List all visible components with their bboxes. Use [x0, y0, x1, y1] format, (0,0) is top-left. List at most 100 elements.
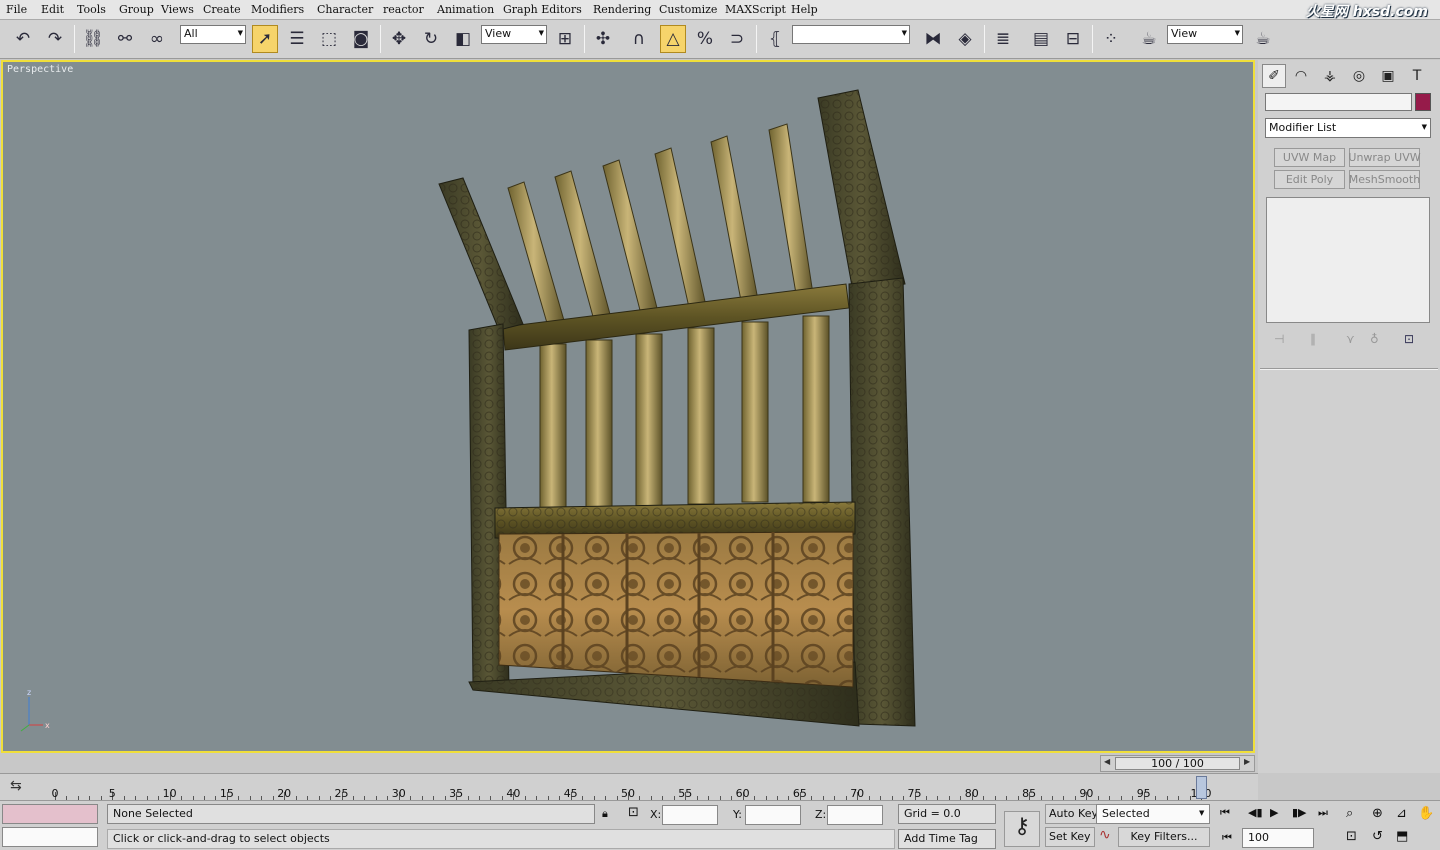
render-scene-icon[interactable]: ☕ [1136, 25, 1162, 53]
time-slider-thumb[interactable]: 100 / 100 [1115, 757, 1240, 770]
zoom-region-icon[interactable]: ⊡ [1346, 829, 1357, 844]
select-and-rotate-icon[interactable]: ↻ [418, 25, 444, 53]
utilities-tab-icon[interactable]: T [1405, 64, 1429, 88]
maximize-viewport-icon[interactable]: ⬒ [1396, 829, 1408, 844]
uvw-map-button[interactable]: UVW Map [1274, 148, 1345, 167]
perspective-viewport[interactable]: Perspective z x [1, 60, 1255, 753]
fence-model[interactable] [3, 62, 1253, 751]
track-bar[interactable]: ⇆ 0 5 10 15 20 25 30 35 40 45 50 55 60 65 70 75 80 85 90 95… [0, 773, 1258, 800]
quick-render-icon[interactable]: ☕ [1250, 25, 1276, 53]
lock-selection-icon[interactable]: 🔒︎ [602, 807, 608, 821]
time-slider-prev-icon[interactable]: ◀ [1104, 757, 1110, 766]
key-filters-button[interactable]: Key Filters... [1118, 827, 1210, 847]
modify-tab-icon[interactable]: ◠ [1289, 64, 1313, 88]
field-of-view-icon[interactable]: ⊿ [1396, 806, 1407, 821]
curve-editor-icon[interactable]: ▤ [1028, 25, 1054, 53]
go-to-start-icon[interactable]: ⏮ [1220, 806, 1230, 820]
time-slider[interactable]: ◀ 100 / 100 ▶ [1100, 755, 1255, 772]
redo-icon[interactable]: ↷ [42, 25, 68, 53]
menu-group[interactable]: Group [119, 3, 154, 16]
create-tab-icon[interactable]: ✐ [1262, 64, 1286, 88]
menu-reactor[interactable]: reactor [383, 3, 424, 16]
zoom-all-icon[interactable]: ⊕ [1372, 806, 1383, 821]
curve-icon[interactable]: ∿ [1099, 827, 1111, 843]
mirror-icon[interactable]: ⧓ [920, 25, 946, 53]
show-end-result-icon[interactable]: ∥ [1310, 332, 1316, 346]
display-tab-icon[interactable]: ▣ [1376, 64, 1400, 88]
time-slider-next-icon[interactable]: ▶ [1244, 757, 1250, 766]
menu-animation[interactable]: Animation [437, 3, 494, 16]
unwrap-uvw-button[interactable]: Unwrap UVW [1348, 148, 1421, 167]
undo-icon[interactable]: ↶ [10, 25, 36, 53]
go-to-end-icon[interactable]: ⏭ [1318, 806, 1328, 820]
reference-coordinate-dropdown[interactable]: View [481, 25, 547, 44]
menu-character[interactable]: Character [317, 3, 373, 16]
pivot-center-icon[interactable]: ⊞ [552, 25, 578, 53]
select-and-link-icon[interactable]: ⛓ [80, 25, 106, 53]
align-icon[interactable]: ◈ [952, 25, 978, 53]
menu-graph-editors[interactable]: Graph Editors [503, 3, 582, 16]
menu-help[interactable]: Help [791, 3, 818, 16]
object-name-field[interactable] [1265, 93, 1412, 111]
menu-modifiers[interactable]: Modifiers [251, 3, 304, 16]
track-bar-menu-icon[interactable]: ⇆ [10, 778, 22, 794]
rectangular-selection-icon[interactable]: ⬚ [316, 25, 342, 53]
select-and-move-icon[interactable]: ✥ [386, 25, 412, 53]
make-unique-icon[interactable]: ⋎ [1346, 332, 1355, 346]
select-object-icon[interactable]: ➚ [252, 25, 278, 53]
zoom-extents-icon[interactable]: ⌕ [1346, 806, 1353, 821]
window-crossing-icon[interactable]: ◙ [348, 25, 374, 53]
menu-maxscript[interactable]: MAXScript [725, 3, 786, 16]
percent-snap-icon[interactable]: % [692, 25, 718, 53]
modifier-list-dropdown[interactable]: Modifier List [1265, 118, 1431, 138]
menu-tools[interactable]: Tools [77, 3, 106, 16]
select-and-manipulate-icon[interactable]: ✣ [590, 25, 616, 53]
auto-key-button[interactable]: Auto Key [1045, 804, 1102, 824]
menu-rendering[interactable]: Rendering [593, 3, 651, 16]
z-coordinate-field[interactable] [827, 805, 883, 825]
y-coordinate-field[interactable] [745, 805, 801, 825]
material-editor-icon[interactable]: ⁘ [1098, 25, 1124, 53]
meshsmooth-button[interactable]: MeshSmooth [1349, 170, 1420, 189]
spinner-snap-icon[interactable]: ⊃ [724, 25, 750, 53]
schematic-view-icon[interactable]: ⊟ [1060, 25, 1086, 53]
remove-modifier-icon[interactable]: ♁ [1370, 332, 1379, 346]
chevron-down-icon[interactable]: ▼ [1199, 809, 1204, 817]
menu-file[interactable]: File [6, 3, 27, 16]
arc-rotate-icon[interactable]: ↺ [1372, 829, 1383, 844]
snaps-toggle-icon[interactable]: ∩ [626, 25, 652, 53]
layer-manager-icon[interactable]: ≣ [990, 25, 1016, 53]
set-key-icon[interactable]: ⚷ [1004, 811, 1040, 847]
next-frame-icon[interactable]: ▮▶ [1292, 806, 1307, 819]
hierarchy-tab-icon[interactable]: ⚶ [1318, 64, 1342, 88]
key-mode-dropdown[interactable]: Selected [1096, 804, 1210, 824]
menu-customize[interactable]: Customize [659, 3, 717, 16]
select-and-scale-icon[interactable]: ◧ [450, 25, 476, 53]
absolute-mode-icon[interactable]: ⊡ [628, 805, 639, 820]
select-by-name-icon[interactable]: ☰ [284, 25, 310, 53]
maxscript-listener-mini[interactable] [2, 804, 98, 824]
key-mode-toggle-icon[interactable]: ⏮ [1222, 831, 1232, 845]
named-selection-sets-dropdown[interactable] [792, 25, 910, 44]
set-key-button[interactable]: Set Key [1045, 827, 1095, 847]
menu-views[interactable]: Views [161, 3, 194, 16]
menu-edit[interactable]: Edit [41, 3, 64, 16]
configure-sets-icon[interactable]: ⊡ [1404, 332, 1414, 346]
edit-named-selection-icon[interactable]: ⦃ [762, 25, 788, 53]
pan-view-icon[interactable]: ✋ [1418, 806, 1434, 821]
object-color-swatch[interactable] [1415, 93, 1431, 111]
unlink-selection-icon[interactable]: ⚯ [112, 25, 138, 53]
maxscript-listener-output[interactable] [2, 827, 98, 847]
modifier-stack-list[interactable] [1266, 197, 1430, 323]
bind-space-warp-icon[interactable]: ∞ [144, 25, 170, 53]
previous-frame-icon[interactable]: ◀▮ [1248, 806, 1263, 819]
x-coordinate-field[interactable] [662, 805, 718, 825]
current-frame-field[interactable]: 100 [1242, 828, 1314, 848]
pin-stack-icon[interactable]: ⊣ [1274, 332, 1284, 346]
edit-poly-button[interactable]: Edit Poly [1274, 170, 1345, 189]
track-bar-cursor[interactable] [1196, 776, 1207, 799]
selection-filter-dropdown[interactable]: All [180, 25, 246, 44]
render-type-dropdown[interactable]: View [1167, 25, 1243, 44]
angle-snap-icon[interactable]: △ [660, 25, 686, 53]
motion-tab-icon[interactable]: ◎ [1347, 64, 1371, 88]
